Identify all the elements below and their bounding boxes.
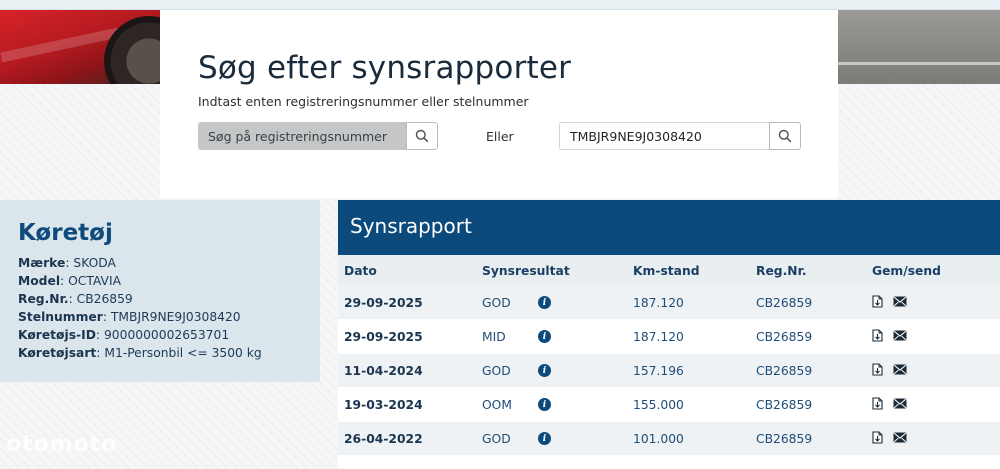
field-value: : TMBJR9NE9J0308420 [102, 310, 241, 324]
reg-search-group: Søg på registreringsnummer [198, 122, 438, 150]
info-icon[interactable]: i [538, 296, 551, 309]
vin-search-group: TMBJR9NE9J0308420 [559, 122, 801, 150]
cell-date: 19-03-2024 [344, 397, 423, 412]
road-line [838, 62, 1000, 65]
info-icon[interactable]: i [538, 330, 551, 343]
page-title: Søg efter synsrapporter [198, 50, 572, 86]
search-panel: Søg efter synsrapporter Indtast enten re… [160, 10, 838, 198]
result-value: GOD [482, 431, 511, 446]
field-label: Stelnummer [18, 310, 103, 324]
table-row: 29-09-2025 GOD i 187.120 CB26859 [338, 286, 1000, 320]
table-row: 11-04-2024 GOD i 157.196 CB26859 [338, 354, 1000, 388]
cell-result: MID i [482, 330, 633, 344]
column-header-km: Km-stand [633, 263, 700, 278]
cell-reg: CB26859 [756, 295, 813, 310]
vehicle-info-card: Køretøj Mærke: SKODA Model: OCTAVIA Reg.… [0, 200, 320, 382]
cell-result: GOD i [482, 296, 633, 310]
vehicle-field-model: Model: OCTAVIA [18, 272, 302, 290]
info-icon[interactable]: i [538, 398, 551, 411]
field-label: Køretøjs-ID [18, 328, 96, 342]
column-header-date: Dato [344, 263, 377, 278]
car-photo-right [838, 10, 1000, 84]
result-value: GOD [482, 363, 511, 378]
cell-date: 26-04-2022 [344, 431, 423, 446]
result-value: OOM [482, 397, 512, 412]
table-row: 19-03-2024 OOM i 155.000 CB26859 [338, 388, 1000, 422]
vehicle-field-id: Køretøjs-ID: 9000000002653701 [18, 326, 302, 344]
watermark-logo: otomoto [6, 432, 118, 457]
cell-save [870, 294, 1000, 311]
info-icon[interactable]: i [538, 432, 551, 445]
vehicle-field-type: Køretøjsart: M1-Personbil <= 3500 kg [18, 344, 302, 362]
field-value: : OCTAVIA [60, 274, 121, 288]
cell-km: 187.120 [633, 295, 684, 310]
vehicle-field-make: Mærke: SKODA [18, 254, 302, 272]
column-header-result: Synsresultat [482, 263, 570, 278]
download-file-icon[interactable] [872, 396, 883, 413]
field-value: : SKODA [65, 256, 116, 270]
send-mail-icon[interactable] [893, 432, 907, 446]
car-wheel [104, 16, 160, 84]
field-value: : M1-Personbil <= 3500 kg [96, 346, 262, 360]
field-value: : CB26859 [68, 292, 133, 306]
vehicle-field-vin: Stelnummer: TMBJR9NE9J0308420 [18, 308, 302, 326]
cell-save [870, 396, 1000, 413]
cell-result: GOD i [482, 432, 633, 446]
car-body-shine [0, 27, 120, 63]
cell-date: 29-09-2025 [344, 295, 423, 310]
search-icon [415, 129, 429, 143]
info-icon[interactable]: i [538, 364, 551, 377]
top-bar [0, 0, 1000, 10]
cell-result: OOM i [482, 398, 633, 412]
or-label: Eller [486, 129, 514, 144]
cell-km: 155.000 [633, 397, 684, 412]
vehicle-field-reg: Reg.Nr.: CB26859 [18, 290, 302, 308]
reg-search-input[interactable]: Søg på registreringsnummer [198, 122, 407, 150]
cell-save [870, 430, 1000, 447]
vin-search-input[interactable]: TMBJR9NE9J0308420 [559, 122, 769, 150]
cell-reg: CB26859 [756, 431, 813, 446]
download-file-icon[interactable] [872, 328, 883, 345]
cell-km: 101.000 [633, 431, 684, 446]
inspection-report-panel: Synsrapport Dato Synsresultat Km-stand R… [338, 200, 1000, 469]
field-label: Mærke [18, 256, 66, 270]
cell-reg: CB26859 [756, 329, 813, 344]
vehicle-heading: Køretøj [18, 220, 113, 246]
cell-result: GOD i [482, 364, 633, 378]
report-heading: Synsrapport [338, 200, 1000, 255]
result-value: GOD [482, 295, 511, 310]
reg-search-button[interactable] [406, 122, 438, 150]
field-value: : 9000000002653701 [95, 328, 230, 342]
search-instructions: Indtast enten registreringsnummer eller … [198, 94, 529, 109]
download-file-icon[interactable] [872, 362, 883, 379]
field-label: Køretøjsart [18, 346, 97, 360]
cell-date: 29-09-2025 [344, 329, 423, 344]
report-rows: 29-09-2025 GOD i 187.120 CB26859 29-09-2025 MI… [338, 286, 1000, 456]
send-mail-icon[interactable] [893, 296, 907, 310]
send-mail-icon[interactable] [893, 330, 907, 344]
download-file-icon[interactable] [872, 294, 883, 311]
car-photo-left [0, 10, 160, 84]
column-header-reg: Reg.Nr. [756, 263, 807, 278]
column-header-save: Gem/send [872, 263, 941, 278]
cell-date: 11-04-2024 [344, 363, 423, 378]
download-file-icon[interactable] [872, 430, 883, 447]
cell-reg: CB26859 [756, 397, 813, 412]
search-icon [778, 129, 792, 143]
result-value: MID [482, 329, 506, 344]
table-header: Dato Synsresultat Km-stand Reg.Nr. Gem/s… [338, 255, 1000, 286]
cell-reg: CB26859 [756, 363, 813, 378]
cell-km: 187.120 [633, 329, 684, 344]
vin-search-button[interactable] [769, 122, 801, 150]
cell-km: 157.196 [633, 363, 684, 378]
send-mail-icon[interactable] [893, 364, 907, 378]
table-row: 26-04-2022 GOD i 101.000 CB26859 [338, 422, 1000, 456]
cell-save [870, 362, 1000, 379]
table-row: 29-09-2025 MID i 187.120 CB26859 [338, 320, 1000, 354]
cell-save [870, 328, 1000, 345]
field-label: Reg.Nr. [18, 292, 69, 306]
send-mail-icon[interactable] [893, 398, 907, 412]
field-label: Model [18, 274, 61, 288]
